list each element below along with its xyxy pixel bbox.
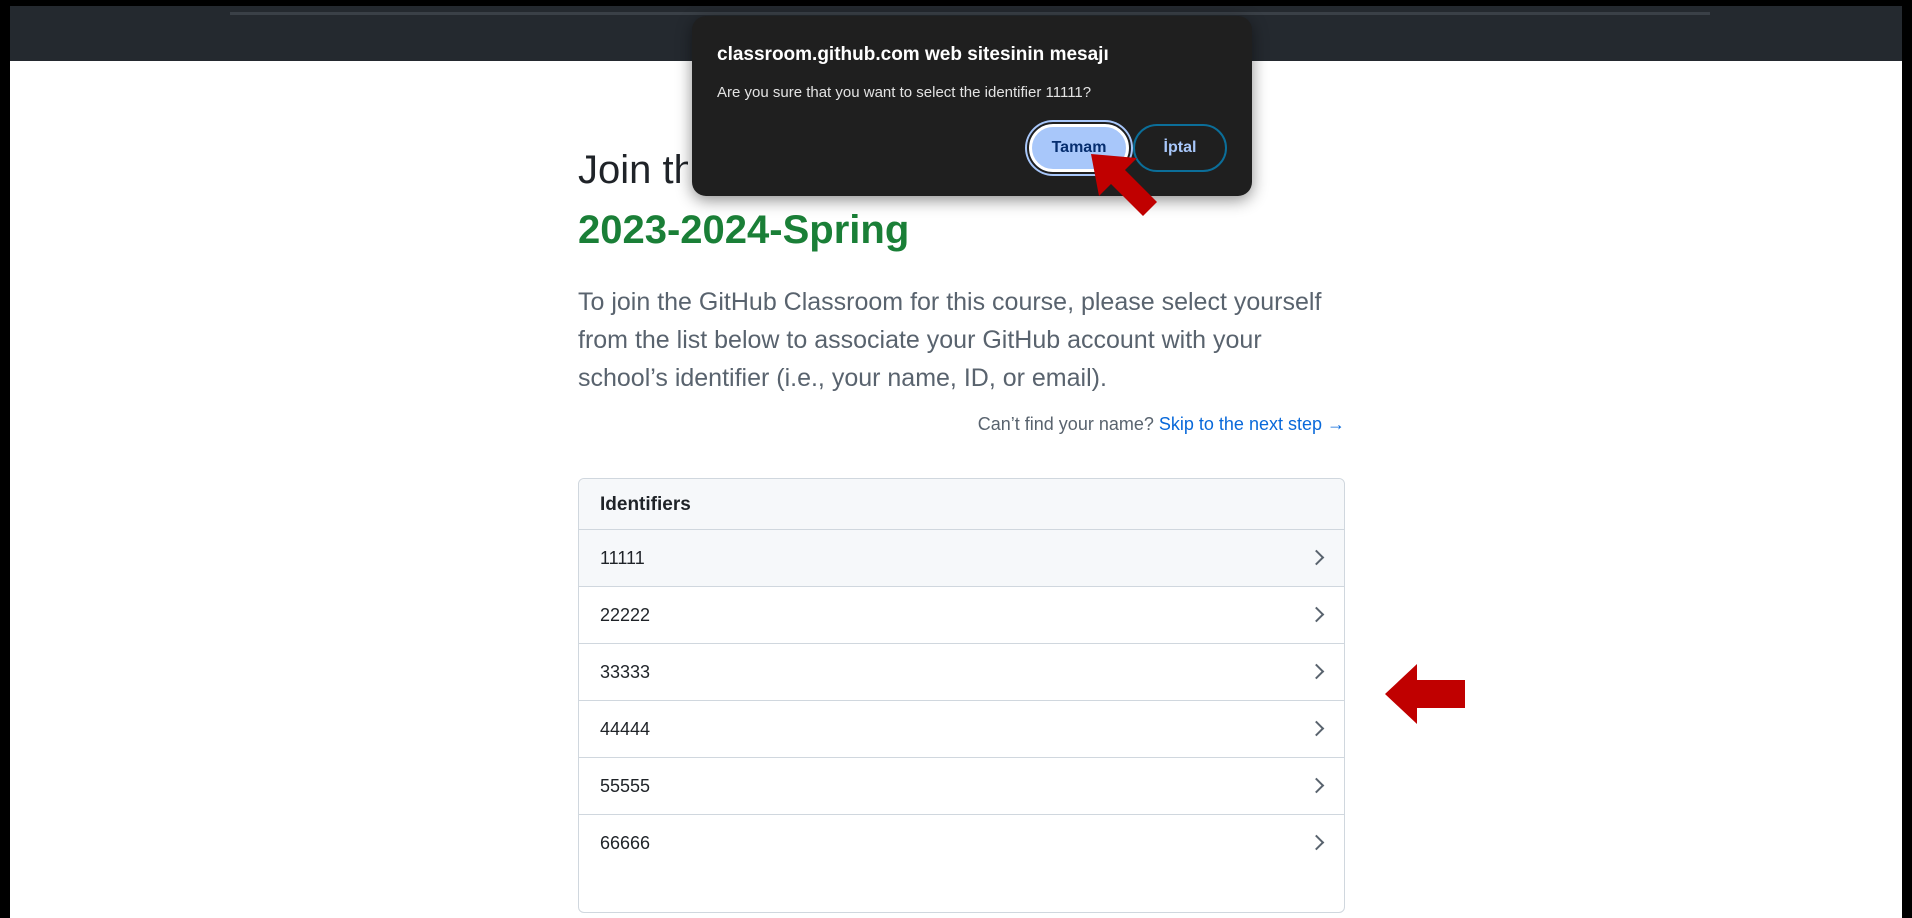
identifier-value: 11111 [600,548,645,568]
dialog-message: Are you sure that you want to select the… [717,84,1092,101]
chevron-right-icon [1308,606,1325,623]
identifiers-header: Identifiers [579,479,1344,530]
red-arrow-icon [1385,664,1465,724]
dialog-title: classroom.github.com web sitesinin mesaj… [717,44,1109,65]
identifier-row[interactable]: 22222 [579,587,1344,644]
skip-row: Can’t find your name? Skip to the next s… [578,414,1345,435]
identifier-row[interactable]: 33333 [579,644,1344,701]
identifiers-list: Identifiers 11111 22222 33333 44444 5555… [578,478,1345,913]
identifier-value: 66666 [600,833,651,853]
topbar-divider [230,12,1710,15]
chevron-right-icon [1308,663,1325,680]
intro-text: To join the GitHub Classroom for this co… [578,288,1322,392]
chevron-right-icon [1308,720,1325,737]
identifier-row[interactable]: 44444 [579,701,1344,758]
cant-find-text: Can’t find your name? [977,414,1154,434]
identifier-value: 44444 [600,719,651,739]
confirm-dialog: classroom.github.com web sitesinin mesaj… [692,16,1252,196]
skip-next-step-link[interactable]: Skip to the next step → [1159,414,1345,434]
identifier-row[interactable]: 11111 [579,530,1344,587]
identifier-value: 22222 [600,605,651,625]
page-title: Join the [578,148,688,192]
identifier-value: 33333 [600,662,651,682]
chevron-right-icon [1308,777,1325,794]
chevron-right-icon [1308,834,1325,851]
red-arrow-icon [1091,154,1157,216]
identifier-row[interactable]: 55555 [579,758,1344,815]
chevron-right-icon [1308,549,1325,566]
classroom-name: 2023-2024-Spring [578,208,910,252]
identifier-row[interactable]: 66666 [579,815,1344,872]
identifier-value: 55555 [600,776,651,796]
